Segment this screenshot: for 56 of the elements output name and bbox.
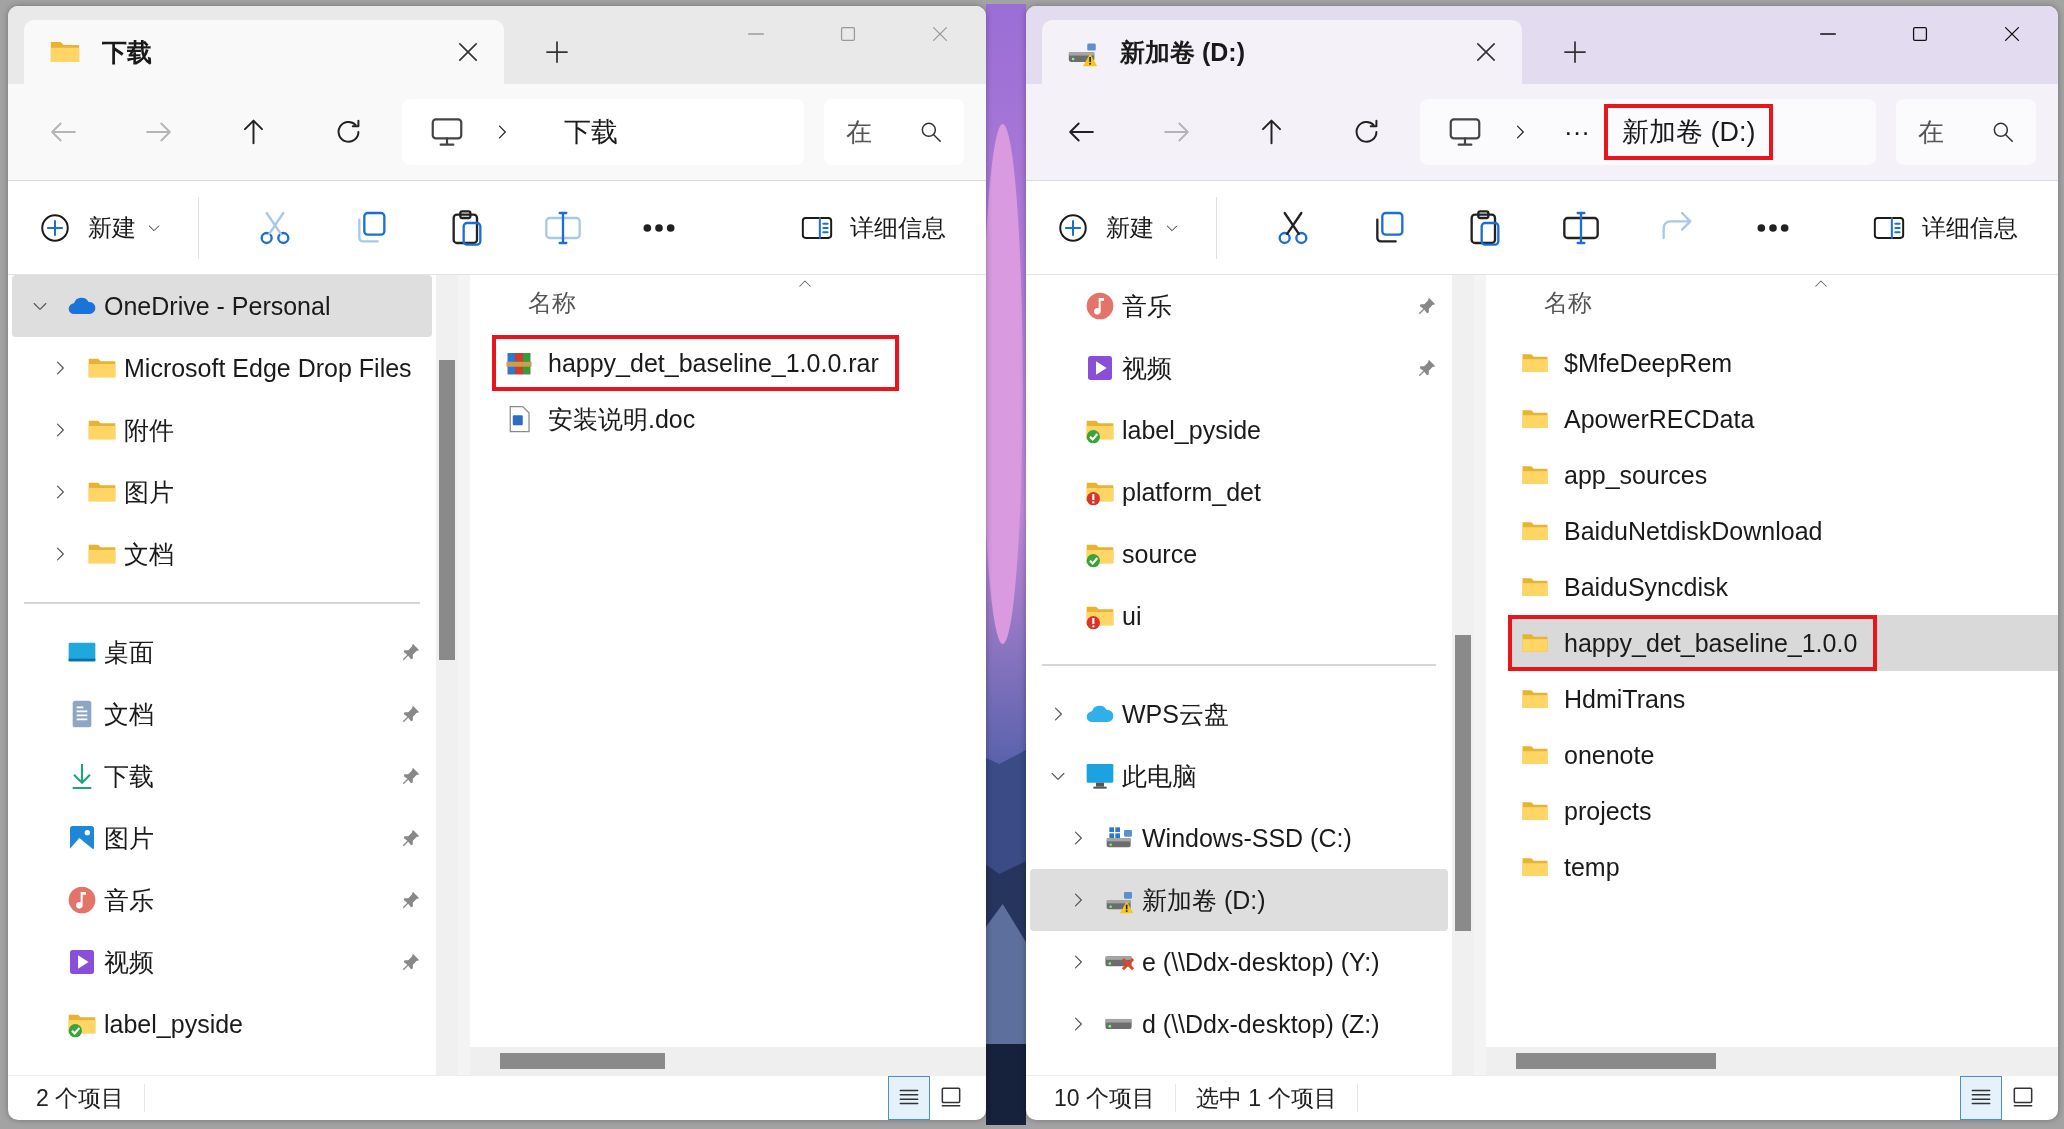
nav-item[interactable]: 视频 [1030, 337, 1448, 399]
breadcrumb-segment[interactable]: 新加卷 (D:) [1604, 104, 1774, 160]
music-icon [1084, 290, 1116, 322]
file-name: projects [1564, 796, 1652, 826]
nav-item[interactable]: label_pyside [1030, 399, 1448, 461]
pin-icon[interactable] [1416, 295, 1438, 317]
file-item[interactable]: happy_det_baseline_1.0.0 [1508, 615, 2058, 671]
scrollbar[interactable] [1486, 1047, 2058, 1075]
address-bar[interactable]: ··· 新加卷 (D:) [1420, 99, 1876, 165]
file-item[interactable]: $MfeDeepRem [1508, 335, 2058, 391]
file-item[interactable]: BaiduSyncdisk [1508, 559, 2058, 615]
details-view-button[interactable] [1960, 1076, 2002, 1120]
file-name: $MfeDeepRem [1564, 348, 1733, 378]
music-icon [66, 884, 98, 916]
file-item[interactable]: HdmiTrans [1508, 671, 2058, 727]
file-name: happy_det_baseline_1.0.0 [1564, 628, 1858, 658]
status-text: 2 个项目 [36, 1083, 125, 1113]
nav-item[interactable]: source [1030, 523, 1448, 585]
nav-item[interactable]: WPS云盘 [1030, 683, 1448, 745]
file-name: HdmiTrans [1564, 684, 1686, 714]
tab[interactable]: 新加卷 (D:) [1042, 20, 1522, 84]
file-item[interactable]: BaiduNetdiskDownload [1508, 503, 2058, 559]
details-button[interactable]: 详细信息 [1864, 200, 2026, 255]
new-button[interactable]: 新建 [1048, 200, 1188, 255]
status-text: 选中 1 个项目 [1196, 1083, 1337, 1113]
file-name: temp [1564, 852, 1620, 882]
file-name: app_sources [1564, 460, 1708, 490]
pin-icon[interactable] [1416, 357, 1438, 379]
file-item[interactable]: temp [1508, 839, 2058, 895]
file-item[interactable]: onenote [1508, 727, 2058, 783]
file-name: BaiduSyncdisk [1564, 572, 1728, 602]
status-text: 10 个项目 [1054, 1083, 1155, 1113]
file-name: happy_det_baseline_1.0.0.rar [548, 348, 879, 378]
nav-item[interactable]: platform_det [1030, 461, 1448, 523]
scrollbar-thumb[interactable] [500, 1053, 665, 1069]
file-name: onenote [1564, 740, 1655, 770]
breadcrumb-segment[interactable]: 下载 [546, 104, 636, 160]
nav-item[interactable]: 音乐 [1030, 275, 1448, 337]
nav-item[interactable]: e (\\Ddx-desktop) (Y:) [1030, 931, 1448, 993]
nav-item[interactable]: 此电脑 [1030, 745, 1448, 807]
nav-item[interactable]: Windows-SSD (C:) [1030, 807, 1448, 869]
nav-item[interactable]: ui [1030, 585, 1448, 647]
scrollbar[interactable] [1452, 275, 1474, 1075]
nav-item[interactable]: d (\\Ddx-desktop) (Z:) [1030, 993, 1448, 1055]
nav-item[interactable]: 新加卷 (D:) [1030, 869, 1448, 931]
file-name: BaiduNetdiskDownload [1564, 516, 1823, 546]
breadcrumb-overflow[interactable]: ··· [1564, 116, 1590, 148]
file-name: ApowerRECData [1564, 404, 1755, 434]
file-item[interactable]: projects [1508, 783, 2058, 839]
scrollbar-thumb[interactable] [1516, 1053, 1716, 1069]
search-field[interactable]: 在 [1896, 99, 2036, 165]
file-name: 安装说明.doc [548, 403, 696, 435]
scrollbar-thumb[interactable] [1455, 635, 1471, 931]
column-header[interactable]: 名称 [1544, 287, 1592, 319]
file-item[interactable]: app_sources [1508, 447, 2058, 503]
file-item[interactable]: ApowerRECData [1508, 391, 2058, 447]
